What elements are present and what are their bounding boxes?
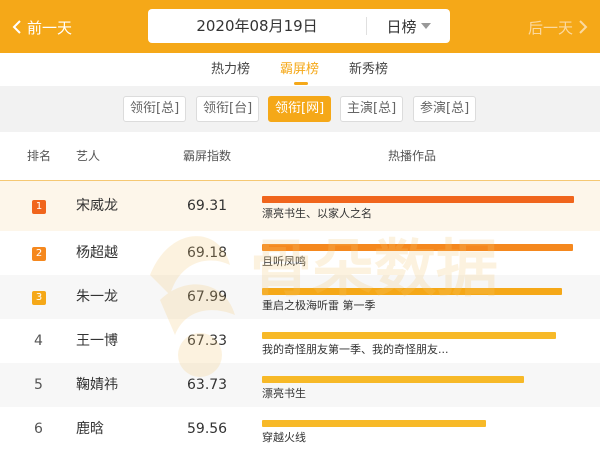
hot-works: 重启之极海听雷 第一季 (262, 299, 376, 312)
tab-heat[interactable]: 热力榜 (211, 53, 250, 86)
score-value: 59.56 (187, 421, 228, 437)
period-dropdown[interactable]: 日榜 (367, 9, 450, 43)
table-row[interactable]: 5 鞠婧祎 63.73 漂亮书生 (0, 363, 600, 407)
tab-newcomer[interactable]: 新秀榜 (349, 53, 388, 86)
filter-main-total[interactable]: 主演[总] (340, 96, 404, 122)
artist-name: 王一博 (76, 333, 118, 349)
active-tab-indicator (294, 82, 308, 85)
table-row[interactable]: 2 杨超越 69.18 且听凤鸣 (0, 231, 600, 275)
table-row[interactable]: 1 宋威龙 69.31 漂亮书生、以家人之名 (0, 180, 600, 231)
prev-day-button[interactable]: 前一天 (12, 14, 72, 40)
hot-works: 漂亮书生、以家人之名 (262, 207, 372, 220)
next-day-label: 后一天 (527, 18, 573, 37)
hot-works: 漂亮书生 (262, 387, 306, 400)
table-row[interactable]: 3 朱一龙 67.99 重启之极海听雷 第一季 (0, 275, 600, 319)
score-bar (262, 420, 486, 427)
artist-name: 鹿晗 (76, 421, 104, 437)
chevron-right-icon (579, 20, 588, 34)
hot-works: 且听凤鸣 (262, 255, 306, 268)
rank-number: 5 (34, 377, 43, 393)
score-value: 69.18 (187, 245, 228, 261)
score-value: 69.31 (187, 198, 228, 214)
score-bar (262, 288, 562, 295)
artist-name: 杨超越 (76, 245, 118, 261)
prev-day-label: 前一天 (27, 18, 73, 37)
hot-works: 我的奇怪朋友第一季、我的奇怪朋友... (262, 343, 449, 356)
score-value: 67.99 (187, 289, 228, 305)
col-index: 霸屏指数 (183, 149, 232, 163)
next-day-button[interactable]: 后一天 (528, 14, 588, 40)
score-bar (262, 376, 524, 383)
score-bar (262, 244, 573, 251)
col-artist: 艺人 (76, 149, 101, 163)
filter-bar: 领衔[总] 领衔[台] 领衔[网] 主演[总] 参演[总] (0, 86, 600, 132)
filter-lead-tv[interactable]: 领衔[台] (196, 96, 260, 122)
col-rank: 排名 (27, 149, 52, 163)
date-picker: 2020年08月19日 日榜 (148, 9, 450, 43)
caret-down-icon (420, 23, 431, 29)
table-row[interactable]: 4 王一博 67.33 我的奇怪朋友第一季、我的奇怪朋友... (0, 319, 600, 363)
rank-number: 6 (34, 421, 43, 437)
period-label: 日榜 (386, 17, 417, 36)
score-bar (262, 196, 574, 203)
rank-badge: 2 (32, 247, 46, 261)
date-display[interactable]: 2020年08月19日 (148, 9, 366, 43)
filter-lead-total[interactable]: 领衔[总] (123, 96, 187, 122)
artist-name: 鞠婧祎 (76, 377, 118, 393)
chevron-left-icon (12, 20, 21, 34)
rank-number: 4 (34, 333, 43, 349)
score-bar (262, 332, 556, 339)
col-works: 热播作品 (388, 149, 437, 163)
table-row[interactable]: 6 鹿晗 59.56 穿越火线 (0, 407, 600, 449)
hot-works: 穿越火线 (262, 431, 306, 444)
filter-lead-web[interactable]: 领衔[网] (268, 96, 332, 122)
score-value: 67.33 (187, 333, 228, 349)
filter-support-total[interactable]: 参演[总] (413, 96, 477, 122)
artist-name: 朱一龙 (76, 289, 118, 305)
ranking-tabs: 热力榜 霸屏榜 新秀榜 (0, 53, 600, 86)
table-header: 排名 艺人 霸屏指数 热播作品 (0, 132, 600, 180)
artist-name: 宋威龙 (76, 198, 118, 214)
rank-badge: 3 (32, 291, 46, 305)
top-bar: 前一天 2020年08月19日 日榜 后一天 (0, 0, 600, 53)
rank-badge: 1 (32, 200, 46, 214)
score-value: 63.73 (187, 377, 228, 393)
